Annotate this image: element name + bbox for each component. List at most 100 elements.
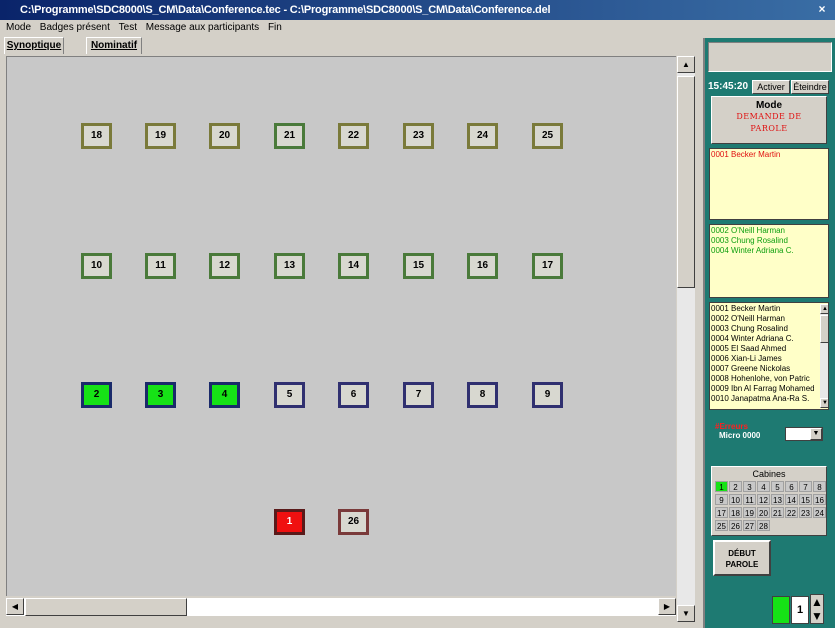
- scroll-right-icon[interactable]: ▶: [658, 598, 676, 615]
- seat-11[interactable]: 11: [145, 253, 176, 279]
- seat-2[interactable]: 2: [81, 382, 112, 408]
- cabine-7[interactable]: 7: [799, 481, 812, 492]
- seat-24[interactable]: 24: [467, 123, 498, 149]
- menu-mode[interactable]: Mode: [6, 20, 31, 36]
- cabine-13[interactable]: 13: [771, 494, 784, 505]
- scroll-thumb[interactable]: [677, 76, 695, 288]
- scroll-thumb-horizontal[interactable]: [25, 598, 187, 616]
- cabine-10[interactable]: 10: [729, 494, 742, 505]
- speaking-list[interactable]: 0001 Becker Martin: [709, 148, 829, 220]
- cabine-21[interactable]: 21: [771, 507, 784, 518]
- seat-12[interactable]: 12: [209, 253, 240, 279]
- scroll-thumb[interactable]: [820, 315, 828, 343]
- cabine-9[interactable]: 9: [715, 494, 728, 505]
- cabine-22[interactable]: 22: [785, 507, 798, 518]
- horizontal-scrollbar[interactable]: ◀ ▶: [6, 598, 676, 616]
- seat-8[interactable]: 8: [467, 382, 498, 408]
- seat-6[interactable]: 6: [338, 382, 369, 408]
- list-item[interactable]: 0008 Hohenlohe, von Patric: [711, 374, 814, 384]
- seat-25[interactable]: 25: [532, 123, 563, 149]
- seat-5[interactable]: 5: [274, 382, 305, 408]
- list-item[interactable]: 0010 Janapatma Ana-Ra S.: [711, 394, 814, 404]
- seat-15[interactable]: 15: [403, 253, 434, 279]
- seat-22[interactable]: 22: [338, 123, 369, 149]
- scroll-up-icon[interactable]: ▲: [677, 56, 695, 73]
- cabine-28[interactable]: 28: [757, 520, 770, 531]
- list-item[interactable]: 0004 Winter Adriana C.: [711, 246, 827, 256]
- cabine-27[interactable]: 27: [743, 520, 756, 531]
- cabine-16[interactable]: 16: [813, 494, 826, 505]
- debut-parole-button[interactable]: DÉBUT PAROLE: [713, 540, 771, 576]
- list-item[interactable]: 0006 Xian-Li James: [711, 354, 814, 364]
- seat-1[interactable]: 1: [274, 509, 305, 535]
- close-icon[interactable]: ×: [815, 2, 829, 16]
- counter-spinner[interactable]: ▲ ▼: [810, 594, 824, 624]
- cabine-19[interactable]: 19: [743, 507, 756, 518]
- seat-21[interactable]: 21: [274, 123, 305, 149]
- seat-18[interactable]: 18: [81, 123, 112, 149]
- cabine-14[interactable]: 14: [785, 494, 798, 505]
- cabine-25[interactable]: 25: [715, 520, 728, 531]
- seat-9[interactable]: 9: [532, 382, 563, 408]
- cabine-2[interactable]: 2: [729, 481, 742, 492]
- menu-fin[interactable]: Fin: [268, 20, 282, 36]
- seat-7[interactable]: 7: [403, 382, 434, 408]
- scroll-up-icon[interactable]: ▲: [820, 304, 828, 314]
- cabine-8[interactable]: 8: [813, 481, 826, 492]
- activate-button[interactable]: Activer: [752, 80, 790, 94]
- cabine-6[interactable]: 6: [785, 481, 798, 492]
- list-item[interactable]: 0001 Becker Martin: [711, 304, 814, 314]
- list-item[interactable]: 0003 Chung Rosalind: [711, 236, 827, 246]
- mode-box[interactable]: Mode DEMANDE DE PAROLE: [711, 96, 827, 144]
- cabine-26[interactable]: 26: [729, 520, 742, 531]
- cabine-5[interactable]: 5: [771, 481, 784, 492]
- cabine-12[interactable]: 12: [757, 494, 770, 505]
- cabine-11[interactable]: 11: [743, 494, 756, 505]
- seat-26[interactable]: 26: [338, 509, 369, 535]
- spin-down-icon[interactable]: ▼: [811, 609, 823, 623]
- scroll-down-icon[interactable]: ▼: [677, 605, 695, 622]
- participants-scrollbar[interactable]: ▲ ▼: [820, 304, 828, 408]
- cabine-24[interactable]: 24: [813, 507, 826, 518]
- scroll-left-icon[interactable]: ◀: [6, 598, 24, 615]
- seat-19[interactable]: 19: [145, 123, 176, 149]
- seat-14[interactable]: 14: [338, 253, 369, 279]
- seat-17[interactable]: 17: [532, 253, 563, 279]
- cabine-15[interactable]: 15: [799, 494, 812, 505]
- list-item[interactable]: 0004 Winter Adriana C.: [711, 334, 814, 344]
- cabine-3[interactable]: 3: [743, 481, 756, 492]
- cabine-23[interactable]: 23: [799, 507, 812, 518]
- errors-select[interactable]: ▼: [785, 427, 823, 441]
- seat-23[interactable]: 23: [403, 123, 434, 149]
- seat-4[interactable]: 4: [209, 382, 240, 408]
- cabine-18[interactable]: 18: [729, 507, 742, 518]
- chevron-down-icon[interactable]: ▼: [810, 428, 822, 440]
- seat-3[interactable]: 3: [145, 382, 176, 408]
- seat-10[interactable]: 10: [81, 253, 112, 279]
- cabine-4[interactable]: 4: [757, 481, 770, 492]
- list-item[interactable]: 0001 Becker Martin: [711, 150, 827, 160]
- seat-13[interactable]: 13: [274, 253, 305, 279]
- off-button[interactable]: Éteindre: [791, 80, 829, 94]
- seat-20[interactable]: 20: [209, 123, 240, 149]
- vertical-scrollbar[interactable]: ▲ ▼: [677, 56, 695, 622]
- seat-16[interactable]: 16: [467, 253, 498, 279]
- list-item[interactable]: 0005 El Saad Ahmed: [711, 344, 814, 354]
- list-item[interactable]: 0007 Greene Nickolas: [711, 364, 814, 374]
- spin-up-icon[interactable]: ▲: [811, 595, 823, 609]
- menu-test[interactable]: Test: [119, 20, 137, 36]
- list-item[interactable]: 0003 Chung Rosalind: [711, 324, 814, 334]
- cabine-20[interactable]: 20: [757, 507, 770, 518]
- tab-nominatif[interactable]: Nominatif: [86, 37, 142, 54]
- menu-message-participants[interactable]: Message aux participants: [146, 20, 259, 36]
- cabine-17[interactable]: 17: [715, 507, 728, 518]
- requests-list[interactable]: 0002 O'Neill Harman 0003 Chung Rosalind …: [709, 224, 829, 298]
- list-item[interactable]: 0009 Ibn Al Farrag Mohamed: [711, 384, 814, 394]
- list-item[interactable]: 0002 O'Neill Harman: [711, 314, 814, 324]
- tab-synoptique[interactable]: Synoptique: [4, 37, 64, 54]
- cabine-1[interactable]: 1: [715, 481, 728, 492]
- menu-badges-present[interactable]: Badges présent: [40, 20, 110, 36]
- scroll-down-icon[interactable]: ▼: [820, 398, 828, 408]
- list-item[interactable]: 0002 O'Neill Harman: [711, 226, 827, 236]
- participants-list[interactable]: 0001 Becker Martin 0002 O'Neill Harman 0…: [709, 302, 829, 410]
